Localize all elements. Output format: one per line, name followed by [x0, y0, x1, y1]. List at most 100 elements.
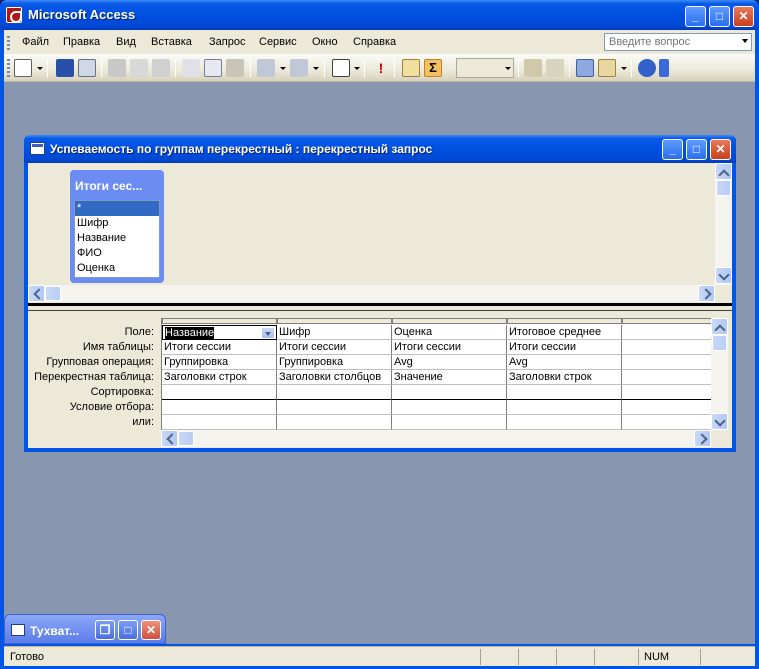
- menu-query[interactable]: Запрос: [209, 36, 245, 48]
- grid-cell-total[interactable]: Avg: [392, 355, 507, 370]
- grid-cell-crosstab[interactable]: [622, 370, 712, 385]
- grid-cell-field[interactable]: [622, 325, 712, 340]
- toolbar-options-icon[interactable]: [659, 59, 669, 77]
- show-table-icon[interactable]: [402, 59, 420, 77]
- spelling-icon[interactable]: [152, 59, 170, 77]
- query-maximize-button[interactable]: □: [686, 139, 707, 160]
- grid-cell-criteria[interactable]: [162, 400, 277, 415]
- menu-window[interactable]: Окно: [312, 36, 338, 48]
- scroll-up-icon[interactable]: [711, 318, 728, 335]
- scroll-thumb[interactable]: [712, 335, 727, 351]
- grid-cell-crosstab[interactable]: Заголовки строк: [162, 370, 277, 385]
- maximize-button[interactable]: □: [709, 6, 730, 27]
- menu-tools[interactable]: Сервис: [259, 36, 297, 48]
- help-icon[interactable]: [638, 59, 656, 77]
- grid-cell-table[interactable]: Итоги сессии: [507, 340, 622, 355]
- field-item[interactable]: ФИО: [75, 246, 159, 261]
- field-item-all[interactable]: *: [75, 201, 159, 216]
- minimize-button[interactable]: _: [685, 6, 706, 27]
- grid-cell-crosstab[interactable]: Заголовки строк: [507, 370, 622, 385]
- help-question-input[interactable]: [604, 33, 752, 51]
- grid-hscroll[interactable]: [161, 430, 711, 447]
- undo-dropdown-icon[interactable]: [280, 67, 286, 70]
- grid-cell-table[interactable]: Итоги сессии: [277, 340, 392, 355]
- column-selector[interactable]: [392, 318, 507, 324]
- totals-icon[interactable]: Σ: [424, 59, 442, 77]
- grid-cell-criteria[interactable]: [392, 400, 507, 415]
- grid-cell-sort[interactable]: [622, 385, 712, 400]
- query-close-button[interactable]: ✕: [710, 139, 731, 160]
- scroll-up-icon[interactable]: [715, 163, 732, 180]
- close-button[interactable]: ✕: [733, 6, 754, 27]
- field-item[interactable]: Название: [75, 231, 159, 246]
- menu-file[interactable]: Файл: [22, 36, 49, 48]
- grid-cell-crosstab[interactable]: Значение: [392, 370, 507, 385]
- menubar-grip[interactable]: [7, 36, 10, 50]
- grid-cell-table[interactable]: Итоги сессии: [162, 340, 277, 355]
- new-object-icon[interactable]: [598, 59, 616, 77]
- grid-cell-or[interactable]: [507, 415, 622, 430]
- column-selector[interactable]: [277, 318, 392, 324]
- query-minimize-button[interactable]: _: [662, 139, 683, 160]
- query-type-icon[interactable]: [332, 59, 350, 77]
- grid-cell-total[interactable]: Avg: [507, 355, 622, 370]
- grid-cell-sort[interactable]: [392, 385, 507, 400]
- save-icon[interactable]: [56, 59, 74, 77]
- menu-help[interactable]: Справка: [353, 36, 396, 48]
- grid-cell-table[interactable]: [622, 340, 712, 355]
- column-selector[interactable]: [162, 318, 277, 324]
- minimized-window[interactable]: Тухват... ❐ □ ✕: [4, 614, 166, 644]
- grid-cell-table[interactable]: Итоги сессии: [392, 340, 507, 355]
- top-values-dropdown-icon[interactable]: [505, 67, 511, 70]
- column-selector[interactable]: [622, 318, 712, 324]
- grid-cell-sort[interactable]: [162, 385, 277, 400]
- top-values-combo[interactable]: [456, 58, 514, 78]
- build-icon[interactable]: [546, 59, 564, 77]
- grid-cell-field[interactable]: Название: [162, 325, 277, 340]
- scroll-left-icon[interactable]: [161, 430, 178, 447]
- grid-cell-crosstab[interactable]: Заголовки столбцов: [277, 370, 392, 385]
- grid-cell-total[interactable]: Группировка: [277, 355, 392, 370]
- grid-cell-criteria[interactable]: [507, 400, 622, 415]
- grid-cell-total[interactable]: Группировка: [162, 355, 277, 370]
- help-dropdown-icon[interactable]: [742, 39, 748, 43]
- chevron-down-icon[interactable]: [261, 327, 275, 339]
- grid-cell-criteria[interactable]: [277, 400, 392, 415]
- grid-vscroll[interactable]: [711, 318, 728, 430]
- menu-edit[interactable]: Правка: [63, 36, 100, 48]
- query-window-titlebar[interactable]: Успеваемость по группам перекрестный : п…: [24, 135, 736, 163]
- menu-insert[interactable]: Вставка: [151, 36, 192, 48]
- scroll-thumb[interactable]: [716, 180, 731, 196]
- grid-cell-or[interactable]: [277, 415, 392, 430]
- search-icon[interactable]: [78, 59, 96, 77]
- run-icon[interactable]: !: [372, 59, 390, 77]
- print-preview-icon[interactable]: [130, 59, 148, 77]
- grid-cell-field[interactable]: Итоговое среднее: [507, 325, 622, 340]
- cut-icon[interactable]: [182, 59, 200, 77]
- grid-cell-field[interactable]: Оценка: [392, 325, 507, 340]
- menu-view[interactable]: Вид: [116, 36, 136, 48]
- minimized-restore-button[interactable]: ❐: [95, 620, 115, 640]
- redo-dropdown-icon[interactable]: [313, 67, 319, 70]
- field-item[interactable]: Шифр: [75, 216, 159, 231]
- table-pane-vscroll[interactable]: [715, 163, 732, 285]
- view-dropdown-icon[interactable]: [37, 67, 43, 70]
- pane-splitter[interactable]: [28, 303, 732, 311]
- paste-icon[interactable]: [226, 59, 244, 77]
- undo-icon[interactable]: [257, 59, 275, 77]
- grid-cell-sort[interactable]: [277, 385, 392, 400]
- minimized-close-button[interactable]: ✕: [141, 620, 161, 640]
- scroll-thumb[interactable]: [178, 431, 194, 446]
- scroll-down-icon[interactable]: [715, 267, 732, 284]
- properties-icon[interactable]: [524, 59, 542, 77]
- scroll-thumb[interactable]: [45, 286, 61, 301]
- toolbar-grip[interactable]: [7, 59, 10, 77]
- table-pane-hscroll[interactable]: [28, 285, 715, 302]
- scroll-right-icon[interactable]: [694, 430, 711, 447]
- grid-cell-or[interactable]: [162, 415, 277, 430]
- grid-cell-field[interactable]: Шифр: [277, 325, 392, 340]
- view-icon[interactable]: [14, 59, 32, 77]
- minimized-maximize-button[interactable]: □: [118, 620, 138, 640]
- grid-cell-criteria[interactable]: [622, 400, 712, 415]
- grid-cell-sort[interactable]: [507, 385, 622, 400]
